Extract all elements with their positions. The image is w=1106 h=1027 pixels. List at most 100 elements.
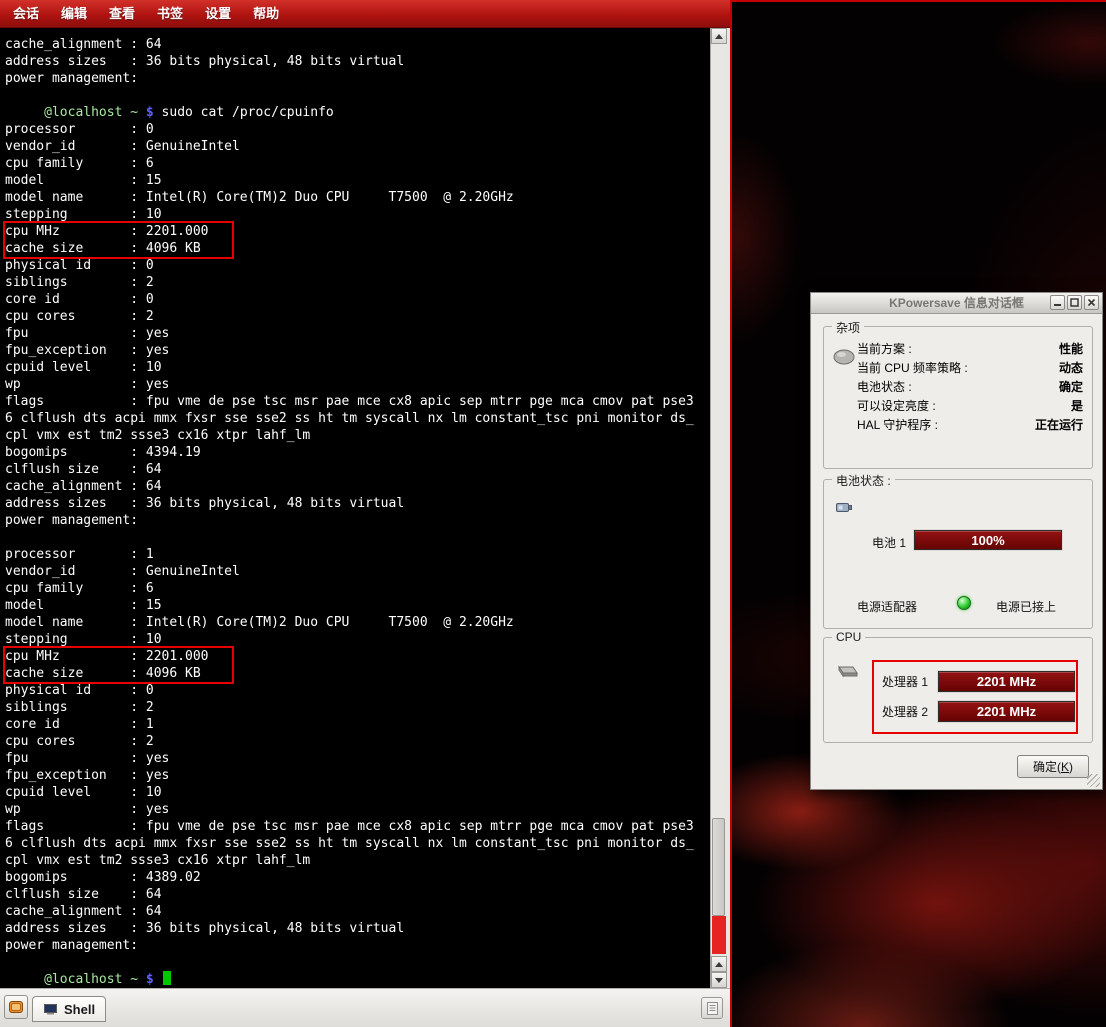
redacted-username (5, 105, 44, 120)
cpu-row: 处理器 1 2201 MHz (882, 666, 1075, 696)
scroll-up-button-bottom[interactable] (711, 956, 727, 972)
kpowersave-dialog: KPowersave 信息对话框 杂项 (810, 292, 1103, 790)
terminal-line: fpu : yes (5, 750, 710, 767)
terminal-line: power management: (5, 937, 710, 954)
konsole-window: 会话编辑查看书签设置帮助 cache_alignment : 64address… (0, 0, 730, 1027)
up-arrow-icon (715, 962, 723, 967)
prompt-host: @localhost ~ (44, 105, 138, 120)
battery-icon (834, 498, 854, 519)
misc-group: 杂项 当前方案 :性能当前 CPU 频率策略 :动态电池状态 :确定可以设定亮度… (823, 326, 1093, 469)
tab-shell[interactable]: Shell (32, 996, 106, 1022)
terminal-line: fpu_exception : yes (5, 767, 710, 784)
menu-item-5[interactable]: 设置 (194, 0, 242, 27)
resize-grip[interactable] (1087, 774, 1100, 787)
terminal-line: cpl vmx est tm2 ssse3 cx16 xtpr lahf_lm (5, 852, 710, 869)
prompt-line: @localhost ~ $ sudo cat /proc/cpuinfo (5, 104, 710, 121)
terminal-line: vendor_id : GenuineIntel (5, 563, 710, 580)
terminal-icon (43, 1003, 58, 1016)
menu-item-6[interactable]: 帮助 (242, 0, 290, 27)
cpu-chip-icon (834, 664, 858, 683)
terminal-line: address sizes : 36 bits physical, 48 bit… (5, 53, 710, 70)
ac-adapter-led (957, 596, 971, 610)
terminal-line: core id : 1 (5, 716, 710, 733)
terminal-scrollbar[interactable] (710, 28, 726, 988)
prompt-host: @localhost ~ (44, 972, 138, 987)
terminal-line (5, 954, 710, 971)
terminal-line: cache_alignment : 64 (5, 478, 710, 495)
terminal-line: bogomips : 4394.19 (5, 444, 710, 461)
scroll-down-button[interactable] (711, 972, 727, 988)
close-button[interactable] (1084, 295, 1099, 310)
terminal-annotation-box: cpu MHz : 2201.000cache size : 4096 KB (5, 223, 232, 257)
terminal-output[interactable]: cache_alignment : 64address sizes : 36 b… (0, 28, 710, 988)
terminal-frame: cache_alignment : 64address sizes : 36 b… (0, 28, 726, 988)
terminal-line: cache size : 4096 KB (5, 665, 232, 682)
cpu-processor-label: 处理器 1 (882, 673, 932, 690)
terminal-line: 6 clflush dts acpi mmx fxsr sse sse2 ss … (5, 835, 710, 852)
cpu-rows: 处理器 12201 MHz处理器 22201 MHz (882, 666, 1075, 726)
misc-icon (832, 347, 856, 368)
terminal-line: cpu MHz : 2201.000 (5, 648, 232, 665)
maximize-icon (1070, 298, 1079, 307)
info-label: 电池状态 : (857, 378, 912, 395)
maximize-button[interactable] (1067, 295, 1082, 310)
scroll-up-button[interactable] (711, 28, 727, 44)
scrollbar-red-marker (712, 916, 726, 954)
ok-button[interactable]: 确定(K) (1017, 755, 1089, 778)
scrollbar-thumb[interactable] (712, 818, 725, 916)
ok-label-prefix: 确定( (1033, 758, 1061, 775)
ok-label-suffix: ) (1069, 760, 1073, 774)
tab-label: Shell (64, 1002, 95, 1017)
terminal-line: power management: (5, 70, 710, 87)
terminal-line: stepping : 10 (5, 631, 710, 648)
terminal-line: bogomips : 4389.02 (5, 869, 710, 886)
terminal-line: power management: (5, 512, 710, 529)
terminal-line: flags : fpu vme de pse tsc msr pae mce c… (5, 818, 710, 835)
new-session-icon (8, 999, 24, 1015)
terminal-line: cpu family : 6 (5, 580, 710, 597)
new-session-button[interactable] (4, 995, 28, 1019)
terminal-line: model : 15 (5, 172, 710, 189)
terminal-line (5, 87, 710, 104)
terminal-line: model : 15 (5, 597, 710, 614)
minimize-button[interactable] (1050, 295, 1065, 310)
terminal-line: siblings : 2 (5, 699, 710, 716)
terminal-line: siblings : 2 (5, 274, 710, 291)
misc-group-title: 杂项 (832, 319, 864, 336)
command-text: sudo cat /proc/cpuinfo (162, 105, 334, 120)
terminal-line: clflush size : 64 (5, 461, 710, 478)
battery-group: 电池状态 : 电池 1 100% 电源适配器 电源已接上 (823, 479, 1093, 629)
terminal-line: address sizes : 36 bits physical, 48 bit… (5, 920, 710, 937)
terminal-line: clflush size : 64 (5, 886, 710, 903)
terminal-line: physical id : 0 (5, 257, 710, 274)
battery-label: 电池 1 (842, 534, 906, 551)
terminal-line: cpuid level : 10 (5, 784, 710, 801)
screen: 会话编辑查看书签设置帮助 cache_alignment : 64address… (0, 0, 1106, 1027)
prompt-symbol: $ (138, 105, 161, 120)
terminal-line: stepping : 10 (5, 206, 710, 223)
session-list-button[interactable] (701, 997, 723, 1019)
ac-adapter-label: 电源适配器 (857, 598, 917, 615)
menu-item-1[interactable]: 会话 (2, 0, 50, 27)
session-list-icon (706, 1002, 719, 1015)
terminal-line: cache size : 4096 KB (5, 240, 232, 257)
terminal-line: model name : Intel(R) Core(TM)2 Duo CPU … (5, 614, 710, 631)
terminal-line: wp : yes (5, 376, 710, 393)
menu-item-2[interactable]: 编辑 (50, 0, 98, 27)
prompt-symbol: $ (138, 972, 161, 987)
ac-adapter-status: 电源已接上 (996, 598, 1056, 615)
menu-item-4[interactable]: 书签 (146, 0, 194, 27)
info-value: 性能 (1059, 340, 1083, 357)
terminal-line: cache_alignment : 64 (5, 36, 710, 53)
terminal-line: cache_alignment : 64 (5, 903, 710, 920)
cpu-frequency-bar: 2201 MHz (938, 671, 1075, 692)
ok-label-accesskey: K (1061, 760, 1069, 774)
cpu-group: CPU 处理器 12201 MHz处理器 22201 MHz (823, 637, 1093, 743)
terminal-line: cpu MHz : 2201.000 (5, 223, 232, 240)
menu-item-3[interactable]: 查看 (98, 0, 146, 27)
dialog-titlebar[interactable]: KPowersave 信息对话框 (811, 293, 1102, 314)
info-label: HAL 守护程序 : (857, 416, 938, 433)
terminal-line: cpu cores : 2 (5, 733, 710, 750)
info-value: 确定 (1059, 378, 1083, 395)
terminal-line (5, 529, 710, 546)
